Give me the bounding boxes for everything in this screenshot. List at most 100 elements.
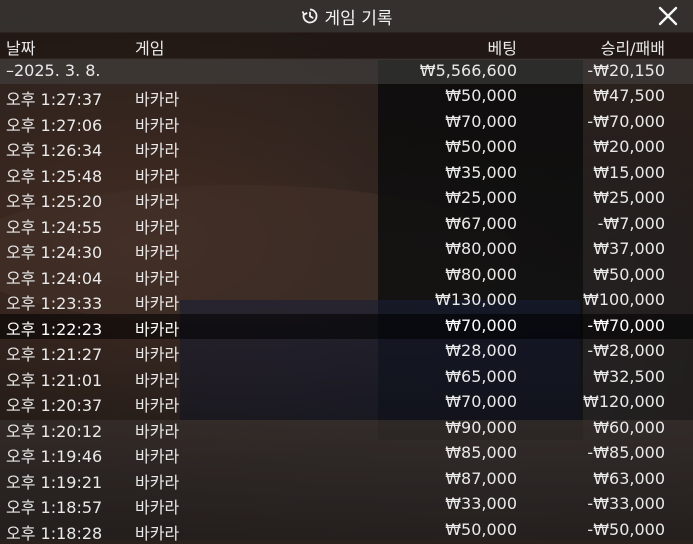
row-result: -₩33,000 <box>587 494 665 513</box>
row-bet: ₩50,000 <box>445 137 517 156</box>
row-time: 오후 1:22:23 <box>6 319 103 339</box>
row-game: 바카라 <box>135 217 180 237</box>
table-row[interactable]: 오후 1:22:23 바카라 ₩70,000 -₩70,000 <box>0 313 693 339</box>
row-result: ₩15,000 <box>593 162 665 182</box>
row-game: 바카라 <box>135 370 180 390</box>
row-result: ₩25,000 <box>593 188 665 207</box>
table-row[interactable]: 오후 1:26:34 바카라 ₩50,000 ₩20,000 <box>0 135 693 160</box>
history-icon <box>301 7 319 25</box>
table-row[interactable]: 오후 1:24:55 바카라 ₩67,000 -₩7,000 <box>0 212 693 237</box>
row-bet: ₩90,000 <box>445 417 517 437</box>
table-row[interactable]: 오후 1:20:12 바카라 ₩90,000 ₩60,000 <box>0 416 693 441</box>
row-result: -₩70,000 <box>587 111 665 131</box>
table-row[interactable]: 오후 1:19:21 바카라 ₩87,000 ₩63,000 <box>0 467 693 492</box>
title-bar: 게임 기록 <box>0 0 693 32</box>
row-result: ₩120,000 <box>583 392 665 411</box>
row-bet: ₩50,000 <box>445 519 517 539</box>
row-time: 오후 1:23:33 <box>6 294 103 313</box>
column-header-bet: 베팅 <box>487 39 517 58</box>
row-game: 바카라 <box>135 294 180 313</box>
row-bet: ₩35,000 <box>445 162 517 182</box>
row-result: ₩60,000 <box>593 417 665 437</box>
row-bet: ₩87,000 <box>445 468 517 488</box>
row-game: 바카라 <box>135 472 180 492</box>
close-icon[interactable] <box>657 5 679 27</box>
row-result: ₩47,500 <box>593 86 665 105</box>
summary-bet: ₩5,566,600 <box>419 61 517 80</box>
row-game: 바카라 <box>135 396 180 415</box>
row-game: 바카라 <box>135 243 180 262</box>
row-time: 오후 1:27:37 <box>6 90 103 109</box>
table-row[interactable]: 오후 1:21:01 바카라 ₩65,000 ₩32,500 <box>0 365 693 390</box>
row-game: 바카라 <box>135 192 180 211</box>
table-row[interactable]: 오후 1:25:48 바카라 ₩35,000 ₩15,000 <box>0 161 693 186</box>
row-game: 바카라 <box>135 345 180 364</box>
row-time: 오후 1:26:34 <box>6 141 103 160</box>
row-time: 오후 1:21:01 <box>6 370 103 390</box>
row-result: ₩20,000 <box>593 137 665 156</box>
row-time: 오후 1:20:37 <box>6 396 103 415</box>
row-time: 오후 1:19:21 <box>6 472 103 492</box>
column-header-date: 날짜 <box>6 39 36 58</box>
row-game: 바카라 <box>135 141 180 160</box>
row-time: 오후 1:27:06 <box>6 115 103 135</box>
row-result: ₩63,000 <box>593 468 665 488</box>
row-game: 바카라 <box>135 319 180 339</box>
row-bet: ₩85,000 <box>445 443 517 462</box>
row-time: 오후 1:20:12 <box>6 421 103 441</box>
row-time: 오후 1:19:46 <box>6 447 103 466</box>
row-game: 바카라 <box>135 166 180 186</box>
row-bet: ₩70,000 <box>445 315 517 335</box>
table-row[interactable]: 오후 1:27:06 바카라 ₩70,000 -₩70,000 <box>0 110 693 135</box>
row-result: ₩100,000 <box>583 290 665 309</box>
row-result: ₩32,500 <box>593 366 665 386</box>
column-header-result: 승리/패배 <box>600 39 665 58</box>
table-row[interactable]: 오후 1:18:28 바카라 ₩50,000 -₩50,000 <box>0 518 693 543</box>
table-row[interactable]: 오후 1:19:46 바카라 ₩85,000 -₩85,000 <box>0 441 693 466</box>
row-result: ₩37,000 <box>593 239 665 258</box>
row-game: 바카라 <box>135 421 180 441</box>
table-row[interactable]: 오후 1:18:57 바카라 ₩33,000 -₩33,000 <box>0 492 693 517</box>
table-row[interactable]: 오후 1:27:37 바카라 ₩50,000 ₩47,500 <box>0 84 693 109</box>
row-result: ₩50,000 <box>593 264 665 284</box>
row-game: 바카라 <box>135 447 180 466</box>
date-summary-row[interactable]: –2025. 3. 8. ₩5,566,600 -₩20,150 <box>0 59 693 84</box>
row-time: 오후 1:24:55 <box>6 217 103 237</box>
table-row[interactable]: 오후 1:24:04 바카라 ₩80,000 ₩50,000 <box>0 263 693 288</box>
row-time: 오후 1:25:20 <box>6 192 103 211</box>
row-bet: ₩70,000 <box>445 392 517 411</box>
row-bet: ₩70,000 <box>445 111 517 131</box>
row-game: 바카라 <box>135 268 180 288</box>
row-bet: ₩33,000 <box>445 494 517 513</box>
row-bet: ₩50,000 <box>445 86 517 105</box>
row-result: -₩28,000 <box>587 341 665 360</box>
summary-date: –2025. 3. 8. <box>6 61 101 80</box>
row-bet: ₩65,000 <box>445 366 517 386</box>
table-row[interactable]: 오후 1:24:30 바카라 ₩80,000 ₩37,000 <box>0 237 693 262</box>
table-row[interactable]: 오후 1:25:20 바카라 ₩25,000 ₩25,000 <box>0 186 693 211</box>
row-bet: ₩80,000 <box>445 239 517 258</box>
row-time: 오후 1:24:04 <box>6 268 103 288</box>
page-title: 게임 기록 <box>324 8 393 29</box>
row-result: -₩85,000 <box>587 443 665 462</box>
summary-result: -₩20,150 <box>587 61 665 80</box>
table-row[interactable]: 오후 1:21:27 바카라 ₩28,000 -₩28,000 <box>0 339 693 364</box>
column-header-game: 게임 <box>135 39 165 58</box>
table-header: 날짜 게임 베팅 승리/패배 <box>0 33 693 58</box>
row-time: 오후 1:21:27 <box>6 345 103 364</box>
row-result: -₩70,000 <box>587 315 665 335</box>
row-time: 오후 1:24:30 <box>6 243 103 262</box>
row-game: 바카라 <box>135 115 180 135</box>
row-result: -₩50,000 <box>587 519 665 539</box>
table-row[interactable]: 오후 1:23:33 바카라 ₩130,000 ₩100,000 <box>0 288 693 313</box>
row-time: 오후 1:18:57 <box>6 498 103 517</box>
row-bet: ₩67,000 <box>445 213 517 233</box>
title-group: 게임 기록 <box>301 4 393 29</box>
row-time: 오후 1:25:48 <box>6 166 103 186</box>
row-result: -₩7,000 <box>597 213 665 233</box>
row-game: 바카라 <box>135 90 180 109</box>
row-bet: ₩80,000 <box>445 264 517 284</box>
table-row[interactable]: 오후 1:20:37 바카라 ₩70,000 ₩120,000 <box>0 390 693 415</box>
row-bet: ₩130,000 <box>435 290 517 309</box>
row-bet: ₩25,000 <box>445 188 517 207</box>
